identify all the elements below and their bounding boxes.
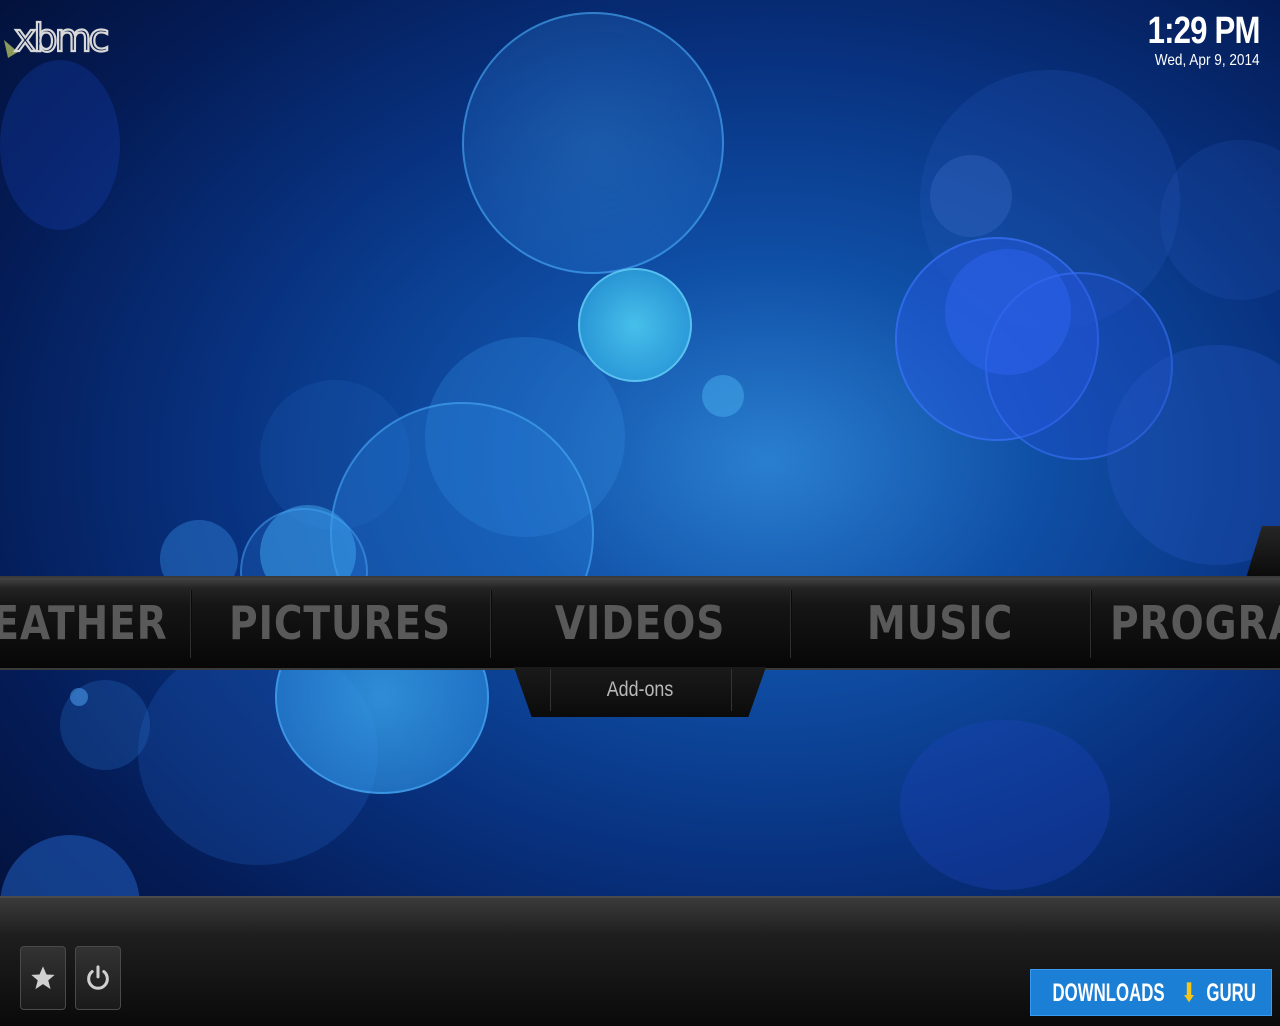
background (0, 0, 1280, 1024)
menu-item-videos[interactable]: VIDEOS (513, 578, 768, 668)
menu-item-weather[interactable]: EATHER (0, 578, 174, 668)
submenu: Add-ons (514, 667, 766, 717)
downloads-guru-watermark: DOWNLOADS ⬇ GURU (1030, 969, 1272, 1016)
favourites-button[interactable] (20, 946, 66, 1010)
menu-item-pictures[interactable]: PICTURES (213, 578, 468, 668)
download-arrow-icon: ⬇ (1182, 978, 1197, 1007)
main-menu: EATHER PICTURES VIDEOS MUSIC PROGRA (0, 576, 1280, 670)
star-icon (31, 966, 55, 990)
svg-text:xbmc: xbmc (14, 18, 108, 60)
clock: 1:29 PM Wed, Apr 9, 2014 (1123, 10, 1261, 70)
xbmc-logo: xbmc (4, 18, 112, 61)
menu-item-programs[interactable]: PROGRA (1110, 578, 1280, 668)
power-icon (87, 965, 109, 990)
menu-item-music[interactable]: MUSIC (813, 578, 1068, 668)
watermark-left-text: DOWNLOADS (1052, 978, 1165, 1007)
power-button[interactable] (75, 946, 121, 1010)
submenu-item-addons[interactable]: Add-ons (564, 669, 717, 711)
clock-date: Wed, Apr 9, 2014 (1155, 52, 1260, 69)
clock-time: 1:29 PM (1147, 10, 1261, 52)
watermark-right-text: GURU (1206, 978, 1256, 1007)
